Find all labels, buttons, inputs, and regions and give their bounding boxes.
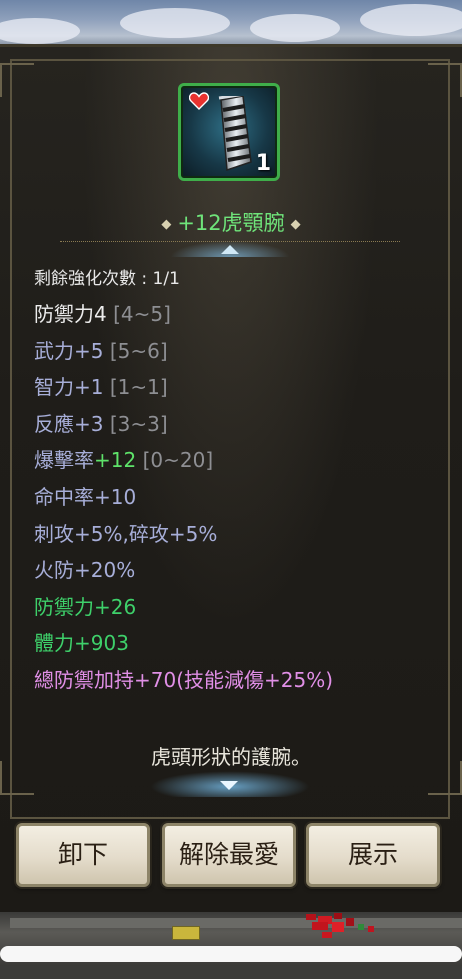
stat-reaction: 反應+3 [3~3] bbox=[34, 406, 434, 443]
stat-crit: 爆擊率+12 [0~20] bbox=[34, 442, 434, 479]
minimap-fragment bbox=[306, 913, 374, 938]
hud-bottom-strip bbox=[0, 966, 462, 979]
stat-defense-range: [4~5] bbox=[113, 302, 171, 326]
diamond-icon: ◆ bbox=[290, 216, 301, 232]
stat-reaction-range: [3~3] bbox=[109, 411, 168, 436]
hud-bar bbox=[10, 918, 462, 928]
item-slot[interactable]: 1 bbox=[178, 83, 280, 181]
stat-defense: 防禦力4 [4~5] bbox=[34, 296, 434, 333]
stat-strengthen-count: 剩餘強化次數 : 1/1 bbox=[34, 269, 180, 289]
stat-force-label: 武力+5 bbox=[34, 338, 104, 363]
hud-marker bbox=[172, 926, 200, 940]
bracer-icon bbox=[218, 96, 252, 172]
bottom-hud bbox=[0, 912, 462, 979]
stat-intellect-range: [1~1] bbox=[109, 375, 168, 400]
stats-list: 剩餘強化次數 : 1/1 防禦力4 [4~5] 武力+5 [5~6] 智力+1 … bbox=[34, 266, 434, 699]
stat-bonus-defense: 防禦力+26 bbox=[34, 594, 137, 619]
game-background-sky bbox=[0, 0, 462, 48]
arrow-down-icon[interactable] bbox=[220, 781, 238, 790]
cloud bbox=[360, 4, 462, 36]
diamond-icon: ◆ bbox=[161, 216, 172, 232]
stat-force-range: [5~6] bbox=[109, 338, 168, 363]
stat-crit-value: +12 bbox=[94, 448, 137, 473]
stat-intellect-label: 智力+1 bbox=[34, 375, 104, 400]
stat-reaction-label: 反應+3 bbox=[34, 411, 104, 436]
item-name-row: ◆ +12虎顎腕 ◆ bbox=[0, 207, 462, 237]
item-name: +12虎顎腕 bbox=[177, 211, 285, 235]
frame-corner-ornament bbox=[0, 63, 34, 97]
hud-input-strip bbox=[0, 946, 462, 962]
stat-hit: 命中率+10 bbox=[34, 484, 137, 509]
stat-crit-label: 爆擊率 bbox=[34, 448, 94, 473]
stat-bonus-hp: 體力+903 bbox=[34, 631, 129, 656]
stat-fire-defense: 火防+20% bbox=[34, 558, 136, 583]
unfavorite-button[interactable]: 解除最愛 bbox=[162, 823, 296, 887]
arrow-up-icon[interactable] bbox=[221, 245, 239, 254]
stat-force: 武力+5 [5~6] bbox=[34, 333, 434, 370]
cloud bbox=[250, 14, 340, 42]
stat-set-bonus: 總防禦加持+70(技能減傷+25%) bbox=[34, 667, 334, 692]
frame-corner-ornament bbox=[428, 63, 462, 97]
item-count: 1 bbox=[255, 151, 271, 176]
stat-crit-range: [0~20] bbox=[142, 448, 214, 473]
item-detail-panel: 1 ◆ +12虎顎腕 ◆ 剩餘強化次數 : 1/1 防禦力4 [4~5] 武力+5 … bbox=[0, 44, 462, 918]
cloud bbox=[0, 18, 80, 44]
stat-pierce-crush: 刺攻+5%,碎攻+5% bbox=[34, 521, 218, 546]
cloud bbox=[120, 8, 230, 38]
item-description: 虎頭形狀的護腕。 bbox=[151, 745, 311, 769]
stat-defense-label: 防禦力4 bbox=[34, 302, 107, 326]
unequip-button[interactable]: 卸下 bbox=[16, 823, 150, 887]
show-button[interactable]: 展示 bbox=[306, 823, 440, 887]
stat-intellect: 智力+1 [1~1] bbox=[34, 369, 434, 406]
heart-icon bbox=[189, 92, 209, 110]
